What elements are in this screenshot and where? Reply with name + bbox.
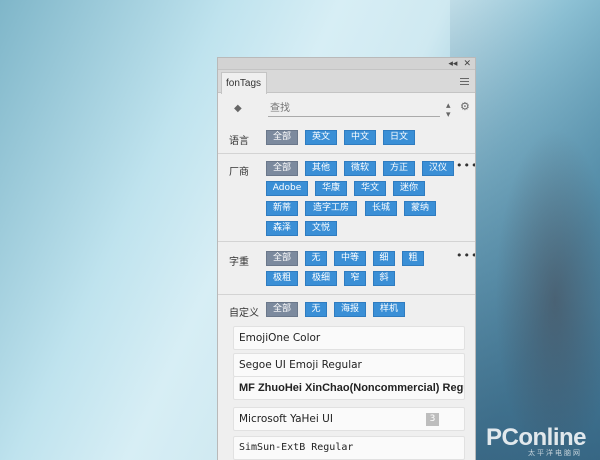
chip-vendor-founder[interactable]: 方正	[383, 161, 415, 176]
sort-icon[interactable]: ▴ ▾	[446, 102, 451, 120]
search-input[interactable]	[268, 101, 440, 117]
chip-vendor-hanyi[interactable]: 汉仪	[422, 161, 454, 176]
chip-custom-all[interactable]: 全部	[266, 302, 298, 317]
section-label-custom: 自定义	[229, 308, 259, 319]
chip-weight-bold[interactable]: 粗	[402, 251, 424, 266]
chip-vendor-changcheng[interactable]: 长城	[365, 201, 397, 216]
close-icon[interactable]: ✕	[463, 59, 471, 69]
custom-section: 自定义 全部 无 海报 样机	[218, 302, 475, 322]
weight-section: 字重 全部 无 中等 细 粗 ••• 极粗 极细 窄 斜	[218, 249, 475, 291]
divider	[218, 294, 475, 295]
chip-language-all[interactable]: 全部	[266, 130, 298, 145]
tag-icon: ◆	[234, 103, 242, 114]
font-count-badge: 3	[426, 413, 439, 426]
divider	[218, 153, 475, 154]
font-list-item[interactable]: EmojiOne Color	[233, 326, 465, 350]
font-name: Segoe UI Emoji Regular	[239, 359, 362, 371]
more-icon[interactable]: •••	[456, 249, 475, 262]
chip-weight-medium[interactable]: 中等	[334, 251, 366, 266]
chip-weight-all[interactable]: 全部	[266, 251, 298, 266]
font-name: MF ZhuoHei XinChao(Noncommercial) Regula…	[239, 382, 465, 394]
chip-vendor-senze[interactable]: 森泽	[266, 221, 298, 236]
chip-vendor-microsoft[interactable]: 微软	[344, 161, 376, 176]
chip-vendor-zaozigongfang[interactable]: 造字工房	[305, 201, 357, 216]
chip-vendor-xindi[interactable]: 新蒂	[266, 201, 298, 216]
panel-tab-row: fonTags	[218, 70, 475, 94]
chip-vendor-all[interactable]: 全部	[266, 161, 298, 176]
chip-weight-thin[interactable]: 细	[373, 251, 395, 266]
chip-weight-none[interactable]: 无	[305, 251, 327, 266]
font-name: EmojiOne Color	[239, 332, 321, 344]
chip-language-japanese[interactable]: 日文	[383, 130, 415, 145]
section-label-vendor: 厂商	[229, 167, 249, 178]
more-icon[interactable]: •••	[456, 159, 475, 172]
chip-vendor-wenyue[interactable]: 文悦	[305, 221, 337, 236]
chip-vendor-huakang[interactable]: 华康	[315, 181, 347, 196]
language-section: 语言 全部 英文 中文 日文	[218, 130, 475, 154]
chip-vendor-mini[interactable]: 迷你	[393, 181, 425, 196]
font-list-item[interactable]: MF ZhuoHei XinChao(Noncommercial) Regula…	[233, 376, 465, 400]
chip-language-chinese[interactable]: 中文	[344, 130, 376, 145]
chip-vendor-other[interactable]: 其他	[305, 161, 337, 176]
watermark-subtitle: 太平洋电脑网	[528, 449, 582, 457]
chip-custom-mockup[interactable]: 样机	[373, 302, 405, 317]
chip-language-english[interactable]: 英文	[305, 130, 337, 145]
collapse-icon[interactable]: ◂◂	[448, 59, 457, 69]
fontags-panel: ◂◂ ✕ fonTags ◆ ▴▾ ⚙ 语言 全部 英文 中文 日文 厂商 全部…	[217, 57, 476, 460]
section-label-language: 语言	[229, 136, 249, 147]
divider	[218, 241, 475, 242]
chip-custom-none[interactable]: 无	[305, 302, 327, 317]
panel-menu-icon[interactable]	[460, 78, 469, 85]
gear-icon[interactable]: ⚙	[460, 100, 470, 113]
chip-vendor-monotype[interactable]: 蒙纳	[404, 201, 436, 216]
font-list-item[interactable]: SimSun-ExtB Regular	[233, 436, 465, 460]
chip-weight-extralight[interactable]: 极细	[305, 271, 337, 286]
font-list-item[interactable]: Segoe UI Emoji Regular	[233, 353, 465, 377]
tab-fontags[interactable]: fonTags	[221, 72, 267, 94]
chip-vendor-adobe[interactable]: Adobe	[266, 181, 308, 196]
vendor-section: 厂商 全部 其他 微软 方正 汉仪 ••• Adobe 华康 华文 迷你 新蒂 …	[218, 159, 475, 241]
chip-weight-italic[interactable]: 斜	[373, 271, 395, 286]
chip-custom-poster[interactable]: 海报	[334, 302, 366, 317]
chip-weight-extrabold[interactable]: 极粗	[266, 271, 298, 286]
section-label-weight: 字重	[229, 257, 249, 268]
font-name: SimSun-ExtB Regular	[239, 442, 354, 453]
font-name: Microsoft YaHei UI	[239, 413, 333, 425]
panel-titlebar: ◂◂ ✕	[218, 58, 475, 70]
chip-vendor-huawen[interactable]: 华文	[354, 181, 386, 196]
font-list-item[interactable]: Microsoft YaHei UI 3	[233, 407, 465, 431]
chip-weight-narrow[interactable]: 窄	[344, 271, 366, 286]
search-row: ◆ ▴▾ ⚙	[218, 93, 475, 120]
